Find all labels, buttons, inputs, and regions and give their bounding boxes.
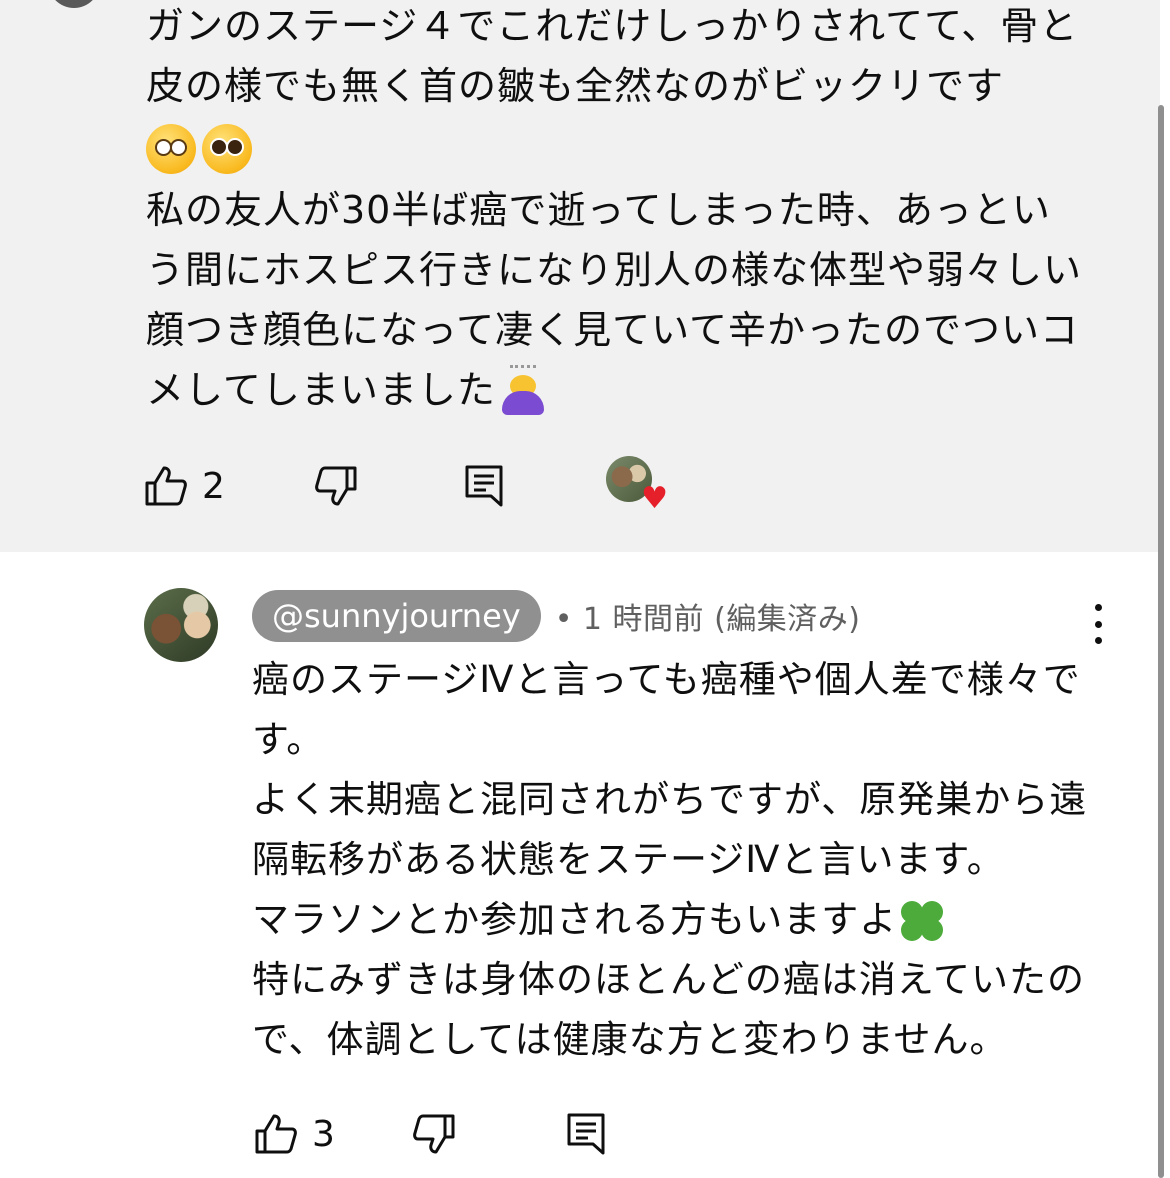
dislike-button[interactable] <box>412 1113 566 1155</box>
pleading-face-emoji <box>202 123 252 174</box>
reply-icon <box>465 465 503 507</box>
scrollbar[interactable] <box>1158 105 1164 1178</box>
heart-icon: ♥ <box>641 481 668 516</box>
comment-meta: • 1 時間前 (編集済み) <box>554 602 861 637</box>
like-count: 2 <box>202 465 225 507</box>
creator-heart-icon[interactable]: ♥ <box>606 456 668 516</box>
reply-button[interactable] <box>464 464 606 508</box>
author-handle[interactable]: @sunnyjourney <box>252 590 541 642</box>
reply-text-part: 癌のステージⅣと言っても癌種や個人差で様々です。 よく末期癌と混同されがちですが… <box>252 658 1088 941</box>
avatar[interactable] <box>48 0 100 8</box>
dislike-button[interactable] <box>314 465 464 507</box>
reply-text-part: 特にみずきは身体のほとんどの癌は消えていたので、体調としては健康な方と変わりませ… <box>252 958 1086 1061</box>
thumbs-up-icon <box>255 1114 297 1154</box>
reply-button[interactable] <box>566 1112 606 1156</box>
comment-text-line: ガンのステージ４でこれだけしっかりされてて、骨と皮の様でも無く首の皺も全然なのが… <box>146 4 1079 108</box>
thumbs-down-icon <box>413 1114 455 1154</box>
four-leaf-clover-emoji <box>897 897 947 947</box>
like-button[interactable]: 3 <box>254 1113 412 1155</box>
more-vert-icon[interactable] <box>1086 604 1110 644</box>
highlighted-comment: ガンのステージ４でこれだけしっかりされてて、骨と皮の様でも無く首の皺も全然なのが… <box>0 0 1160 552</box>
reply-text: 癌のステージⅣと言っても癌種や個人差で様々です。 よく末期癌と混同されがちですが… <box>252 650 1092 1070</box>
reply-icon <box>567 1113 605 1155</box>
person-bowing-emoji <box>498 365 548 417</box>
reply-actions: 3 <box>254 1112 606 1156</box>
flushed-face-emoji <box>146 123 196 174</box>
like-button[interactable]: 2 <box>144 465 314 507</box>
reply-header: @sunnyjourney • 1 時間前 (編集済み) <box>252 590 861 642</box>
comment-actions: 2 ♥ <box>144 456 668 516</box>
like-count: 3 <box>312 1113 335 1155</box>
comment-text-line: 私の友人が30半ば癌で逝ってしまった時、あっという間にホスピス行きになり別人の様… <box>146 187 1083 412</box>
thumbs-up-icon <box>145 466 187 506</box>
comments-thread: ガンのステージ４でこれだけしっかりされてて、骨と皮の様でも無く首の皺も全然なのが… <box>0 0 1170 1178</box>
comment-text: ガンのステージ４でこれだけしっかりされてて、骨と皮の様でも無く首の皺も全然なのが… <box>146 0 1086 420</box>
thumbs-down-icon <box>315 466 357 506</box>
avatar[interactable] <box>144 588 218 662</box>
